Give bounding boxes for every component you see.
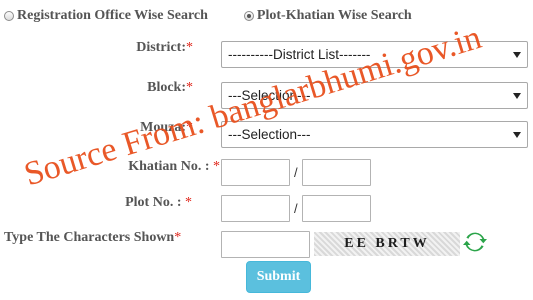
khatian-label: Khatian No. : * xyxy=(128,159,220,175)
khatian-no-sub-input[interactable] xyxy=(302,159,371,186)
chevron-down-icon xyxy=(513,131,521,138)
plot-label-text: Plot No. : xyxy=(125,195,182,210)
block-select[interactable]: ---Selection--- xyxy=(221,82,528,109)
district-label: District:* xyxy=(136,40,193,56)
required-mark: * xyxy=(186,40,193,55)
radio-registration-office-circle[interactable] xyxy=(4,11,14,21)
plot-no-input[interactable] xyxy=(221,195,290,222)
mouza-label-text: Mouza: xyxy=(140,120,186,135)
radio-registration-office-label: Registration Office Wise Search xyxy=(17,8,208,23)
required-mark: * xyxy=(186,80,193,95)
captcha-image: EE BRTW xyxy=(314,232,460,256)
required-mark: * xyxy=(185,195,192,210)
district-select[interactable]: ----------District List------- xyxy=(221,41,528,68)
plot-label: Plot No. : * xyxy=(125,195,192,211)
search-type-radio-group: Registration Office Wise Search Plot-Kha… xyxy=(4,8,412,24)
mouza-label: Mouza:* xyxy=(140,120,193,136)
radio-plot-khatian-circle[interactable] xyxy=(243,11,254,21)
required-mark: * xyxy=(186,120,193,135)
captcha-label: Type The Characters Shown* xyxy=(4,230,181,246)
khatian-no-input[interactable] xyxy=(221,159,290,186)
refresh-icon-svg xyxy=(463,232,487,252)
plot-no-sub-input[interactable] xyxy=(302,195,371,222)
required-mark: * xyxy=(213,159,220,174)
district-select-value: ----------District List------- xyxy=(228,47,371,62)
submit-button[interactable]: Submit xyxy=(246,261,311,293)
chevron-down-icon xyxy=(513,92,521,99)
radio-plot-khatian[interactable]: Plot-Khatian Wise Search xyxy=(243,8,412,24)
radio-plot-khatian-label: Plot-Khatian Wise Search xyxy=(256,8,412,23)
district-label-text: District: xyxy=(136,40,186,55)
mouza-select[interactable]: ---Selection--- xyxy=(221,121,528,148)
block-select-value: ---Selection--- xyxy=(228,88,311,103)
radio-registration-office[interactable]: Registration Office Wise Search xyxy=(4,8,208,24)
captcha-label-text: Type The Characters Shown xyxy=(4,230,175,245)
chevron-down-icon xyxy=(513,51,521,58)
block-label: Block:* xyxy=(147,80,193,96)
khatian-label-text: Khatian No. : xyxy=(128,159,210,174)
mouza-select-value: ---Selection--- xyxy=(228,127,311,142)
block-label-text: Block: xyxy=(147,80,186,95)
plot-separator: / xyxy=(294,201,298,216)
required-mark: * xyxy=(174,230,182,245)
khatian-separator: / xyxy=(294,165,298,180)
refresh-captcha-icon[interactable] xyxy=(463,230,487,254)
captcha-input[interactable] xyxy=(221,231,310,258)
